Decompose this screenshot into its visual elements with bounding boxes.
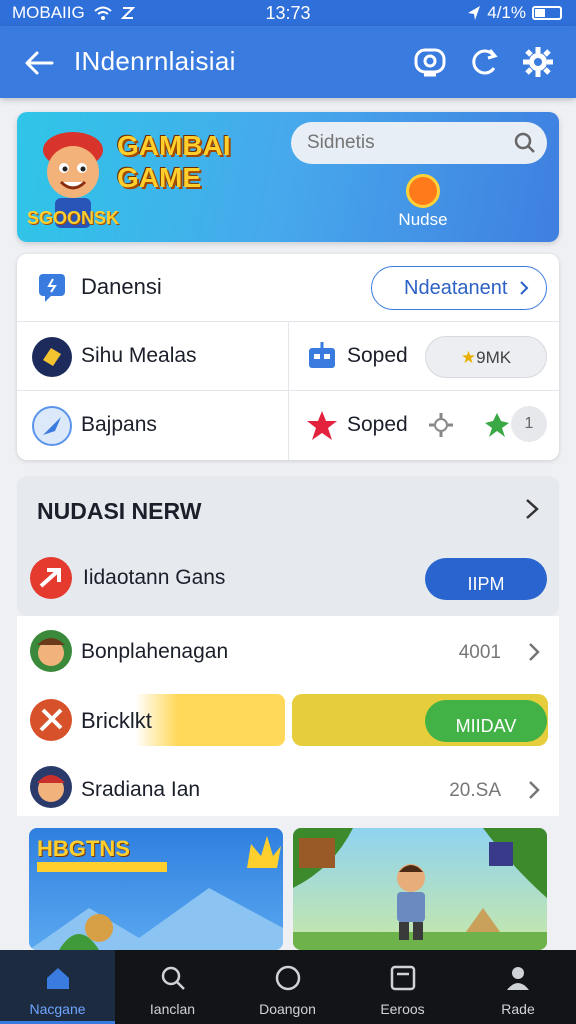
profile-icon: [507, 967, 529, 990]
avatar: [30, 630, 72, 672]
crown-icon: [247, 836, 281, 868]
game-thumbnail[interactable]: [293, 828, 547, 950]
list-item-label: Bonplahenagan: [81, 640, 229, 663]
list-item-label: Bricklkt: [81, 708, 152, 733]
compass-icon: [32, 406, 72, 446]
banner-game-title: GAMBAI GAME: [117, 130, 231, 193]
leaf-icon: [485, 413, 509, 437]
play-button[interactable]: MIIDAV: [425, 700, 547, 742]
settings-icon: [429, 413, 453, 437]
game-banner[interactable]: GAMBAI GAME SGOONSK Nudse: [17, 112, 559, 242]
list-item[interactable]: Bonplahenagan 4001: [17, 616, 559, 686]
list-item-value: 20.SA: [449, 780, 501, 801]
mountain-art: [29, 888, 283, 950]
grid-cell-bajpans[interactable]: Bajpans: [17, 391, 288, 459]
nudge-label: Nudse: [398, 210, 448, 229]
card-header-label: Danensi: [81, 274, 162, 299]
section-item-label: Iidaotann Gans: [83, 566, 226, 589]
card-header-row: Danensi Ndeatanent: [17, 254, 559, 322]
star-icon: [406, 174, 440, 208]
list-item[interactable]: Sradiana Ian 20.SA: [17, 754, 559, 824]
jungle-art: [293, 828, 547, 950]
section-heading: NUDASI NERW: [37, 498, 202, 524]
nudge-button[interactable]: Nudse: [393, 174, 453, 230]
sword-icon: [30, 699, 72, 741]
bottom-navigation: Nacgane Ianclan Doangon Eeroos Rade: [0, 950, 576, 1024]
nav-item-search[interactable]: Ianclan: [115, 950, 230, 1024]
search-bar[interactable]: [291, 122, 547, 164]
chevron-right-icon: [529, 643, 540, 661]
chevron-right-icon: [529, 781, 540, 799]
refresh-icon[interactable]: [466, 44, 502, 80]
card-header-button[interactable]: Ndeatanent: [371, 266, 547, 310]
avatar: [30, 766, 72, 808]
list-item-value: 4001: [458, 642, 501, 663]
cell-label: Sihu Mealas: [81, 344, 197, 367]
chat-icon: [39, 274, 65, 302]
count-badge[interactable]: 1: [511, 406, 547, 442]
banner-subtitle: SGOONSK: [27, 208, 120, 228]
badge-icon: [32, 337, 72, 377]
star-badge-icon: [307, 411, 337, 440]
search-icon[interactable]: [513, 131, 537, 155]
nav-item-cards[interactable]: Eeroos: [345, 950, 460, 1024]
location-icon: [468, 6, 481, 20]
summary-card: Danensi Ndeatanent Sihu Mealas Soped ★9M…: [17, 254, 559, 460]
list-item-label: Sradiana Ian: [81, 778, 201, 801]
search-icon: [161, 966, 185, 990]
battery-percent: 4/1%: [487, 3, 526, 22]
page-title: INdenrnlaisiai: [74, 46, 236, 76]
robot-icon: [309, 342, 335, 368]
nav-item-home[interactable]: Nacgane: [0, 950, 115, 1024]
nav-item-profile[interactable]: Rade: [460, 950, 576, 1024]
game-list: Bonplahenagan 4001 Bricklkt MIIDAV Sradi…: [17, 616, 559, 816]
news-section: NUDASI NERW Iidaotann Gans IIPM: [17, 476, 559, 616]
arrow-badge-icon: [30, 557, 72, 599]
game-thumbnail[interactable]: HBGTNS: [29, 828, 283, 950]
back-arrow-icon[interactable]: [22, 46, 56, 80]
chevron-right-icon[interactable]: [521, 496, 543, 522]
cell-label: Bajpans: [81, 413, 157, 436]
score-pill[interactable]: ★9MK: [425, 336, 547, 378]
status-bar: MOBAIIG 13:73 4/1%: [0, 0, 576, 26]
thumbnail-title: HBGTNS: [37, 836, 130, 861]
app-bar: INdenrnlaisiai: [0, 26, 576, 98]
gear-icon[interactable]: [520, 44, 556, 80]
home-icon: [46, 968, 69, 989]
search-input[interactable]: [307, 130, 507, 156]
cell-label: Soped: [347, 413, 408, 436]
nav-item-discover[interactable]: Doangon: [230, 950, 345, 1024]
section-item-button[interactable]: IIPM: [425, 558, 547, 600]
camera-icon[interactable]: [412, 44, 448, 80]
card-icon: [390, 965, 415, 991]
chevron-right-icon: [520, 281, 529, 295]
circle-icon: [275, 965, 300, 991]
grid-cell-meals[interactable]: Sihu Mealas: [17, 322, 288, 390]
battery-icon: [532, 6, 562, 20]
cell-label: Soped: [347, 344, 408, 367]
